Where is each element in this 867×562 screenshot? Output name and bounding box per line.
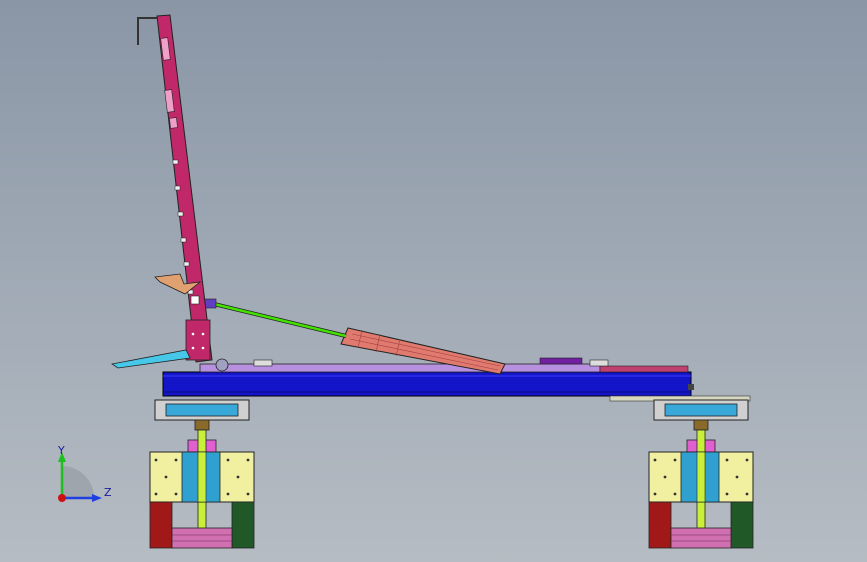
cad-viewport[interactable]: Y Z xyxy=(0,0,867,562)
axis-triad: Y Z xyxy=(57,444,112,502)
z-axis-arrow xyxy=(92,494,102,502)
triad-quarter-disc xyxy=(62,466,94,498)
beam-end-marker[interactable] xyxy=(688,384,694,390)
right-cyan-pad[interactable] xyxy=(653,399,749,421)
piston-rod[interactable] xyxy=(203,298,347,338)
left-column[interactable] xyxy=(149,419,255,549)
z-axis-label: Z xyxy=(104,486,112,499)
x-axis-origin xyxy=(58,494,66,502)
main-base-beam[interactable] xyxy=(162,371,692,397)
y-axis-label: Y xyxy=(57,444,65,457)
tilting-arm[interactable] xyxy=(137,14,213,363)
right-column[interactable] xyxy=(648,419,754,549)
assembly-side-view[interactable] xyxy=(0,0,867,562)
lower-support-plate[interactable] xyxy=(110,349,191,369)
left-cyan-pad[interactable] xyxy=(154,399,250,421)
